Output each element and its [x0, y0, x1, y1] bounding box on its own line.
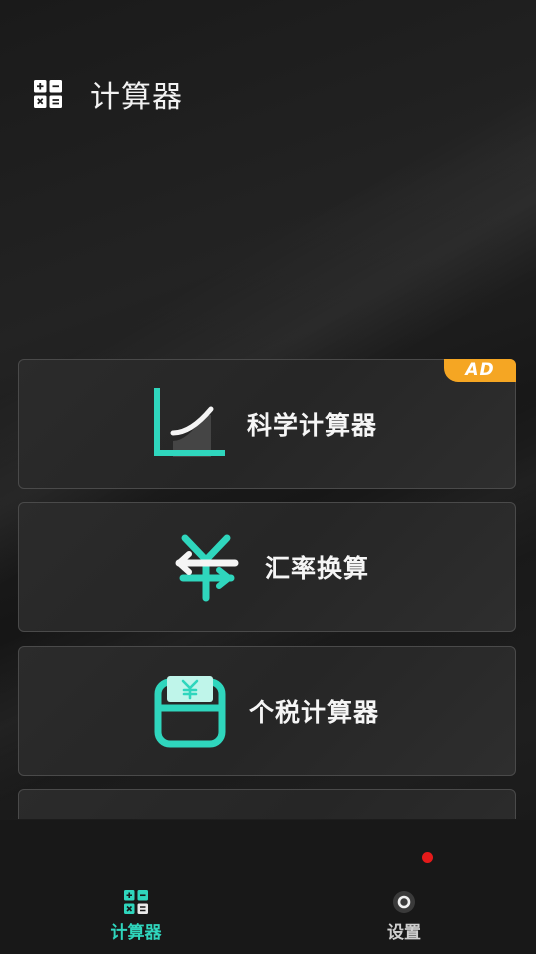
- app-header: 计算器: [34, 70, 183, 118]
- nav-label-settings: 设置: [387, 923, 421, 943]
- exchange-rate-card[interactable]: 汇率换算: [18, 502, 516, 632]
- bottom-nav: 计算器 设置: [0, 820, 536, 954]
- ad-badge: AD: [444, 359, 516, 382]
- nav-label-calculator: 计算器: [110, 923, 162, 943]
- calculator-grid-icon: [124, 890, 148, 914]
- exchange-rate-label: 汇率换算: [265, 554, 370, 583]
- nav-tab-calculator[interactable]: 计算器: [96, 890, 176, 943]
- wallet-yen-icon: [154, 676, 226, 748]
- scientific-calculator-label: 科学计算器: [247, 411, 378, 440]
- yen-exchange-icon: [175, 534, 239, 602]
- notification-dot: [422, 852, 433, 863]
- tax-calculator-card[interactable]: 个税计算器: [18, 646, 516, 776]
- settings-circle-icon: [393, 891, 415, 913]
- calculator-grid-icon: [34, 80, 62, 108]
- tax-calculator-label: 个税计算器: [249, 698, 380, 727]
- page-title: 计算器: [90, 80, 183, 115]
- nav-tab-settings[interactable]: 设置: [364, 890, 444, 943]
- tool-list[interactable]: AD 科学计算器 汇率换算 个税计算器: [18, 359, 518, 819]
- curve-chart-icon: [154, 388, 225, 457]
- partial-card[interactable]: [18, 789, 516, 819]
- scientific-calculator-card[interactable]: AD 科学计算器: [18, 359, 516, 489]
